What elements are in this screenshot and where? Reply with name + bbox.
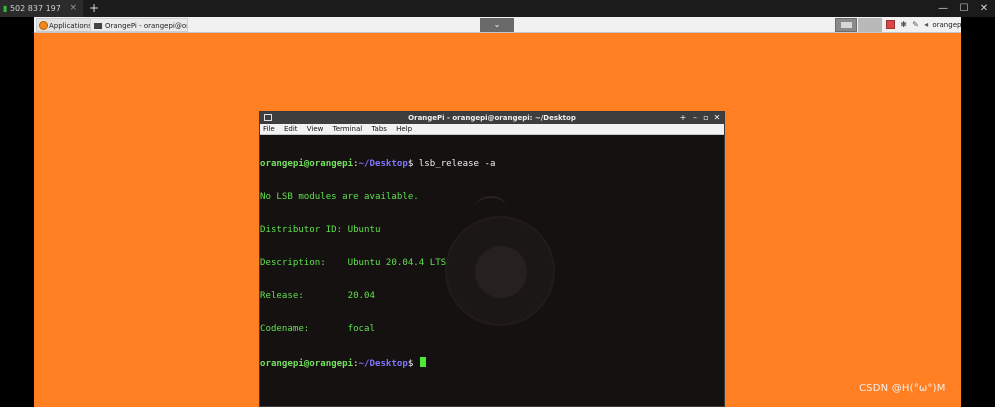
terminal-menubar: File Edit View Terminal Tabs Help bbox=[260, 124, 724, 135]
terminal-output: orangepi@orangepi:~/Desktop$ lsb_release… bbox=[260, 137, 495, 390]
terminal-window[interactable]: OrangePi - orangepi@orangepi: ~/Desktop … bbox=[259, 111, 725, 407]
terminal-titlebar[interactable]: OrangePi - orangepi@orangepi: ~/Desktop … bbox=[260, 112, 724, 124]
terminal-output-line: Description: Ubuntu 20.04.4 LTS bbox=[260, 258, 447, 268]
terminal-line-prompt[interactable]: orangepi@orangepi:~/Desktop$ bbox=[260, 357, 495, 369]
terminal-body[interactable]: orangepi@orangepi:~/Desktop$ lsb_release… bbox=[260, 136, 724, 406]
terminal-line-command: orangepi@orangepi:~/Desktop$ lsb_release… bbox=[260, 159, 495, 170]
terminal-output-line: No LSB modules are available. bbox=[260, 192, 419, 202]
terminal-minimize-button[interactable]: – bbox=[690, 112, 700, 124]
top-panel: Applications OrangePi - orangepi@or... ⌄… bbox=[34, 17, 961, 33]
prompt-path: ~/Desktop bbox=[358, 359, 408, 369]
network-icon[interactable] bbox=[886, 20, 895, 29]
client-left-border bbox=[0, 17, 34, 407]
menu-terminal[interactable]: Terminal bbox=[333, 124, 363, 135]
workspace-2-button[interactable] bbox=[858, 18, 882, 32]
client-tab-close-icon[interactable]: × bbox=[69, 0, 77, 17]
prompt-dollar: $ bbox=[407, 359, 419, 369]
client-tab[interactable]: ▮ 502 837 197 × bbox=[0, 0, 83, 17]
client-tab-bar: ▮ 502 837 197 × + — ☐ ✕ bbox=[0, 0, 995, 17]
menu-file[interactable]: File bbox=[263, 124, 275, 135]
applications-label: Applications bbox=[49, 22, 92, 30]
terminal-output-line: Codename: focal bbox=[260, 324, 375, 334]
remote-desktop[interactable]: Applications OrangePi - orangepi@or... ⌄… bbox=[34, 17, 961, 407]
prompt-path: ~/Desktop bbox=[358, 159, 408, 169]
applications-menu-button[interactable]: Applications bbox=[36, 18, 96, 32]
window-close-button[interactable]: ✕ bbox=[973, 0, 995, 17]
window-maximize-button[interactable]: ☐ bbox=[953, 0, 975, 17]
volume-icon[interactable]: ◂ bbox=[924, 18, 928, 32]
panel-dropdown-button[interactable]: ⌄ bbox=[480, 18, 514, 32]
new-tab-button[interactable]: + bbox=[88, 0, 100, 17]
tray-user-label[interactable]: orangepi bbox=[932, 18, 961, 32]
terminal-maximize-button[interactable]: ▫ bbox=[701, 112, 711, 124]
prompt-user-host: orangepi@orangepi bbox=[260, 159, 354, 169]
system-tray: ✱ ✎ ◂ orangepi bbox=[886, 18, 961, 32]
taskbar-item-label: OrangePi - orangepi@or... bbox=[105, 22, 188, 30]
terminal-window-icon[interactable] bbox=[264, 114, 272, 121]
terminal-title: OrangePi - orangepi@orangepi: ~/Desktop bbox=[408, 114, 576, 122]
client-right-border bbox=[961, 17, 995, 407]
client-tab-label: 502 837 197 bbox=[9, 4, 61, 13]
entered-command: lsb_release -a bbox=[418, 159, 496, 169]
menu-tabs[interactable]: Tabs bbox=[371, 124, 387, 135]
menu-view[interactable]: View bbox=[307, 124, 324, 135]
prompt-dollar: $ bbox=[407, 159, 419, 169]
prompt-user-host: orangepi@orangepi bbox=[260, 359, 354, 369]
bluetooth-icon[interactable]: ✱ bbox=[900, 18, 907, 32]
terminal-output-line: Release: 20.04 bbox=[260, 291, 375, 301]
terminal-output-line: Distributor ID: Ubuntu bbox=[260, 225, 381, 235]
signal-icon: ▮ bbox=[3, 4, 8, 13]
csdn-watermark: CSDN @H(°ω°)M bbox=[859, 383, 946, 394]
window-minimize-button[interactable]: — bbox=[932, 0, 954, 17]
taskbar-item-terminal[interactable]: OrangePi - orangepi@or... bbox=[90, 18, 188, 32]
orange-logo-icon bbox=[39, 21, 48, 30]
terminal-task-icon bbox=[94, 23, 102, 29]
connection-icon[interactable]: ✎ bbox=[912, 18, 919, 32]
text-cursor bbox=[419, 357, 426, 367]
terminal-add-button[interactable]: + bbox=[678, 112, 688, 124]
workspace-1-button[interactable] bbox=[835, 18, 857, 32]
terminal-close-button[interactable]: ✕ bbox=[712, 112, 722, 124]
menu-edit[interactable]: Edit bbox=[284, 124, 298, 135]
menu-help[interactable]: Help bbox=[396, 124, 412, 135]
